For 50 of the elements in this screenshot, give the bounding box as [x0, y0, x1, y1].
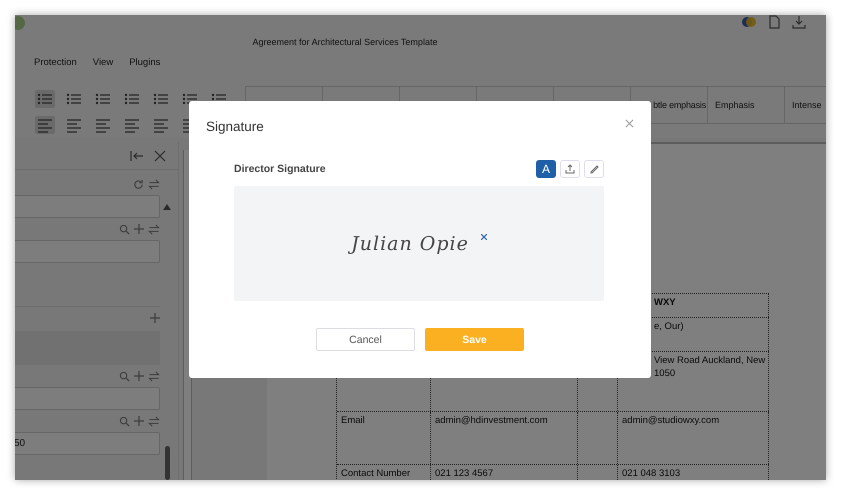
table-cell: WXY — [654, 297, 676, 308]
style-preview[interactable]: Emphasis — [707, 87, 784, 123]
swap-icon[interactable] — [148, 370, 160, 382]
draw-button[interactable] — [584, 160, 604, 178]
input-field[interactable] — [15, 387, 160, 410]
download-icon[interactable] — [792, 15, 806, 29]
plus-icon[interactable] — [134, 371, 144, 381]
upload-button[interactable] — [560, 160, 580, 178]
search-icon[interactable] — [119, 224, 130, 234]
input-field[interactable] — [15, 240, 160, 263]
color-circles-icon — [742, 16, 756, 28]
table-cell: Contact Number — [341, 468, 410, 479]
collapse-icon[interactable] — [130, 150, 144, 162]
input-field[interactable] — [15, 195, 160, 218]
signature-pad[interactable]: Julian Opie — [234, 186, 604, 301]
menu-item[interactable]: Plugins — [129, 57, 160, 68]
search-icon[interactable] — [119, 416, 130, 426]
type-mode-button[interactable]: A — [536, 160, 556, 178]
refresh-icon[interactable] — [133, 178, 144, 190]
search-icon[interactable] — [119, 370, 130, 382]
scroll-up-icon[interactable] — [163, 204, 171, 210]
table-cell: admin@hdinvestment.com — [435, 415, 548, 426]
swap-icon[interactable] — [148, 178, 160, 190]
table-cell: 021 048 3103 — [622, 468, 680, 479]
table-cell: e, Our) — [654, 321, 684, 332]
plus-icon[interactable] — [150, 313, 160, 323]
document-title: Agreement for Architectural Services Template — [252, 37, 438, 47]
table-cell: Email — [341, 415, 365, 426]
style-preview[interactable]: Intense — [784, 87, 826, 123]
table-cell: View Road Auckland, New 1050 — [654, 355, 766, 379]
plus-icon[interactable] — [134, 416, 144, 426]
table-cell: 021 123 4567 — [435, 468, 494, 479]
dialog-title: Signature — [206, 119, 264, 134]
table-cell: admin@studiowxy.com — [622, 415, 720, 426]
upload-icon — [565, 164, 575, 174]
pen-icon — [589, 164, 599, 174]
plus-icon[interactable] — [134, 224, 144, 234]
close-icon[interactable] — [154, 150, 166, 162]
avatar-icon — [15, 16, 25, 30]
menu-item[interactable]: View — [92, 57, 114, 68]
align-icon[interactable] — [35, 116, 55, 134]
document-icon[interactable] — [768, 15, 780, 29]
cancel-button[interactable]: Cancel — [316, 328, 415, 351]
close-icon[interactable] — [625, 119, 634, 128]
swap-icon[interactable] — [148, 416, 160, 426]
clear-icon[interactable] — [480, 234, 487, 240]
swap-icon[interactable] — [148, 224, 160, 234]
scrollbar-thumb[interactable] — [164, 446, 170, 480]
menu-item[interactable]: Protection — [34, 57, 77, 68]
field-label: Director Signature — [234, 163, 326, 175]
